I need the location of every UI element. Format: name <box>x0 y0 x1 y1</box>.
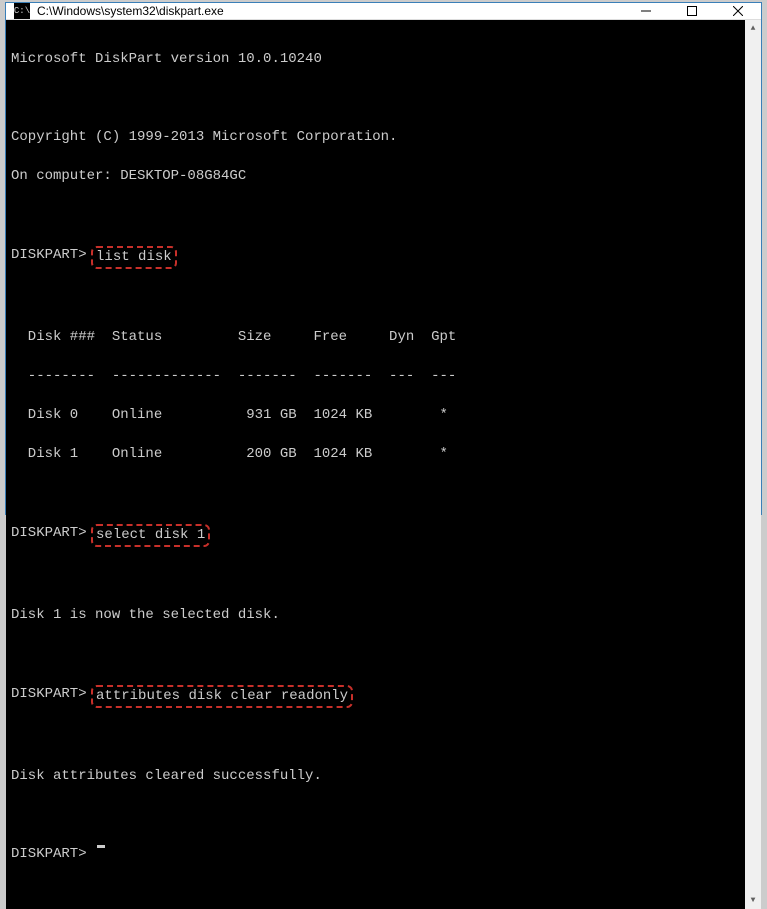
table-divider: -------- ------------- ------- ------- -… <box>11 367 740 387</box>
table-row: Disk 0 Online 931 GB 1024 KB * <box>11 406 740 426</box>
msg-selected: Disk 1 is now the selected disk. <box>11 606 740 626</box>
cmd-attributes-clear: attributes disk clear readonly <box>91 685 353 709</box>
window-controls <box>623 3 761 19</box>
msg-cleared: Disk attributes cleared successfully. <box>11 767 740 787</box>
cursor <box>97 845 105 848</box>
prompt: DISKPART> <box>11 685 87 705</box>
table-header: Disk ### Status Size Free Dyn Gpt <box>11 328 740 348</box>
diskpart-window: C:\ C:\Windows\system32\diskpart.exe Mic… <box>5 2 762 515</box>
prompt: DISKPART> <box>11 246 87 266</box>
computer-line: On computer: DESKTOP-08G84GC <box>11 167 740 187</box>
scroll-down-button[interactable]: ▼ <box>745 892 761 909</box>
cmd-list-disk: list disk <box>91 246 177 270</box>
version-line: Microsoft DiskPart version 10.0.10240 <box>11 50 740 70</box>
copyright-line: Copyright (C) 1999-2013 Microsoft Corpor… <box>11 128 740 148</box>
minimize-button[interactable] <box>623 3 669 19</box>
prompt: DISKPART> <box>11 524 87 544</box>
scroll-up-button[interactable]: ▲ <box>745 20 761 37</box>
table-row: Disk 1 Online 200 GB 1024 KB * <box>11 445 740 465</box>
console-output[interactable]: Microsoft DiskPart version 10.0.10240 Co… <box>6 20 745 909</box>
titlebar[interactable]: C:\ C:\Windows\system32\diskpart.exe <box>6 3 761 20</box>
close-button[interactable] <box>715 3 761 19</box>
scrollbar[interactable]: ▲ ▼ <box>745 20 761 909</box>
window-title: C:\Windows\system32\diskpart.exe <box>37 4 623 18</box>
content-area: Microsoft DiskPart version 10.0.10240 Co… <box>6 20 761 909</box>
maximize-button[interactable] <box>669 3 715 19</box>
app-icon: C:\ <box>14 3 30 19</box>
scroll-track[interactable] <box>745 37 761 892</box>
prompt: DISKPART> <box>11 845 87 865</box>
cmd-select-disk: select disk 1 <box>91 524 210 548</box>
